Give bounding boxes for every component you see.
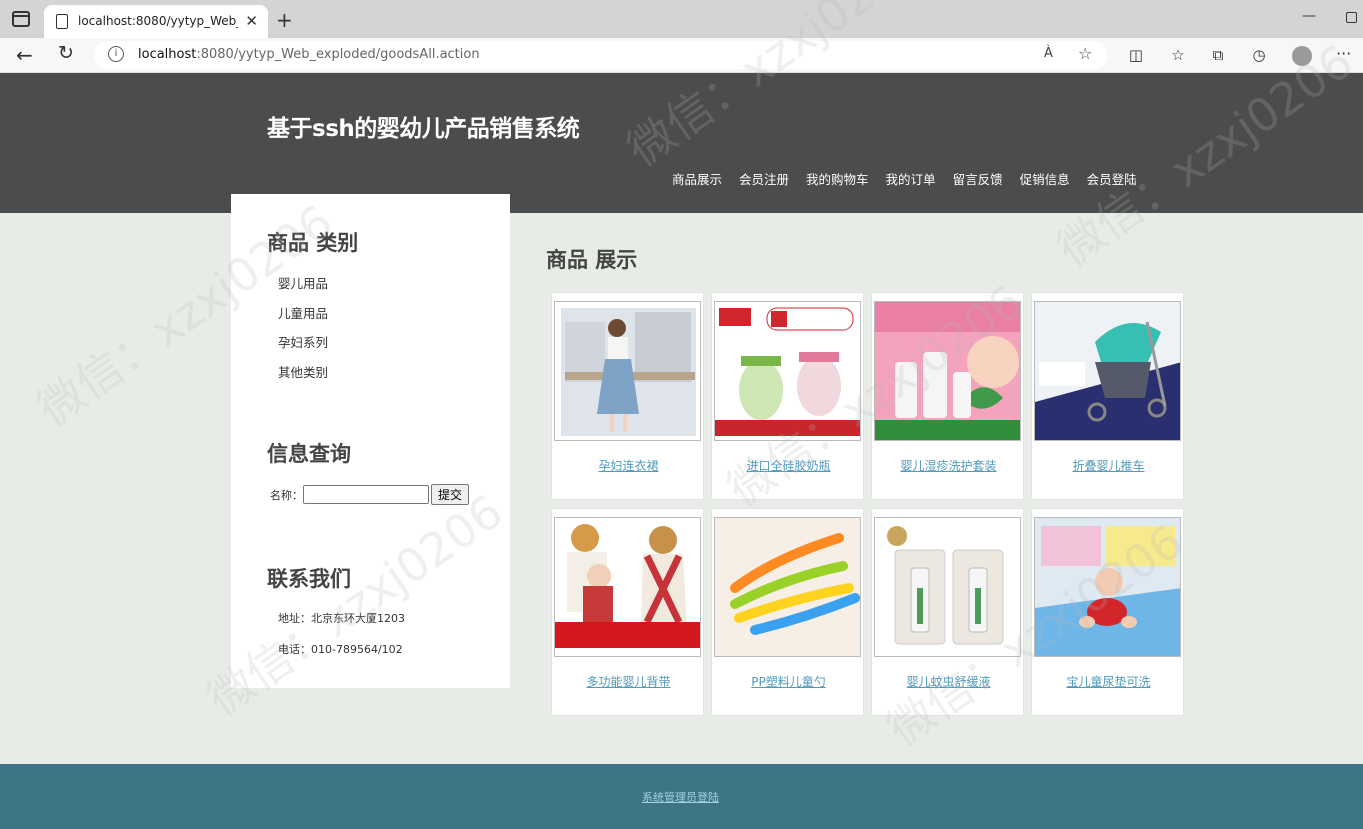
product-card: 宝儿童尿垫可洗: [1031, 508, 1184, 716]
product-card: 多功能婴儿背带: [551, 508, 704, 716]
category-item[interactable]: 婴儿用品: [278, 273, 328, 303]
site-header: 基于ssh的婴幼儿产品销售系统 商品展示 会员注册 我的购物车 我的订单 留言反…: [0, 73, 1363, 213]
admin-login-link[interactable]: 系统管理员登陆: [642, 789, 719, 805]
product-link[interactable]: PP塑料儿童勺: [712, 673, 865, 690]
history-icon[interactable]: ◷: [1250, 46, 1268, 64]
favorite-add-icon[interactable]: ☆: [1078, 44, 1092, 63]
product-card: 婴儿蚊虫舒缓液: [871, 508, 1024, 716]
site-footer: 系统管理员登陆: [0, 764, 1363, 829]
minimize-icon[interactable]: —: [1302, 8, 1316, 24]
product-card: 折叠婴儿推车: [1031, 292, 1184, 500]
plastic-spoon-photo[interactable]: [714, 517, 861, 657]
nav-register[interactable]: 会员注册: [739, 169, 789, 188]
split-screen-icon[interactable]: ◫: [1127, 46, 1145, 64]
product-link[interactable]: 婴儿蚊虫舒缓液: [872, 673, 1025, 690]
product-card: PP塑料儿童勺: [711, 508, 864, 716]
search-input[interactable]: [303, 485, 429, 504]
nav-feedback[interactable]: 留言反馈: [953, 169, 1003, 188]
goods-heading: 商品 展示: [546, 248, 638, 272]
info-icon[interactable]: i: [108, 46, 124, 62]
product-card: 进口全硅胶奶瓶: [711, 292, 864, 500]
product-card: 孕妇连衣裙: [551, 292, 704, 500]
category-list: 婴儿用品 儿童用品 孕妇系列 其他类别: [278, 273, 328, 391]
category-item[interactable]: 儿童用品: [278, 303, 328, 333]
mosquito-relief-photo[interactable]: [874, 517, 1021, 657]
contact-heading: 联系我们: [267, 567, 351, 591]
nav-login[interactable]: 会员登陆: [1087, 169, 1137, 188]
category-item[interactable]: 其他类别: [278, 362, 328, 392]
category-item[interactable]: 孕妇系列: [278, 332, 328, 362]
site-title: 基于ssh的婴幼儿产品销售系统: [267, 116, 580, 142]
baby-skincare-set-photo[interactable]: [874, 301, 1021, 441]
nav-orders[interactable]: 我的订单: [886, 169, 936, 188]
nav-cart[interactable]: 我的购物车: [806, 169, 869, 188]
url-text[interactable]: localhost:8080/yytyp_Web_exploded/goodsA…: [138, 47, 480, 62]
product-link[interactable]: 多功能婴儿背带: [552, 673, 705, 690]
read-aloud-icon[interactable]: À: [1044, 46, 1053, 61]
url-field[interactable]: i localhost:8080/yytyp_Web_exploded/good…: [94, 41, 1108, 69]
product-link[interactable]: 进口全硅胶奶瓶: [712, 457, 865, 474]
product-card: 婴儿湿疹洗护套装: [871, 292, 1024, 500]
more-icon[interactable]: ···: [1336, 44, 1351, 63]
category-heading: 商品 类别: [267, 231, 359, 255]
product-link[interactable]: 宝儿童尿垫可洗: [1032, 673, 1185, 690]
back-arrow-icon[interactable]: ←: [16, 43, 33, 67]
contact-address: 地址：北京东环大厦1203: [278, 612, 405, 625]
product-link[interactable]: 婴儿湿疹洗护套装: [872, 457, 1025, 474]
washable-pad-photo[interactable]: [1034, 517, 1181, 657]
nav-promotions[interactable]: 促销信息: [1020, 169, 1070, 188]
sidebar: 商品 类别 婴儿用品 儿童用品 孕妇系列 其他类别 信息查询 名称： 提交 联系…: [231, 194, 510, 688]
product-link[interactable]: 折叠婴儿推车: [1032, 457, 1185, 474]
baby-stroller-photo[interactable]: [1034, 301, 1181, 441]
main-nav: 商品展示 会员注册 我的购物车 我的订单 留言反馈 促销信息 会员登陆: [672, 169, 1137, 188]
product-link[interactable]: 孕妇连衣裙: [552, 457, 705, 474]
contact-phone: 电话：010-789564/102: [278, 643, 403, 656]
baby-bottle-photo[interactable]: [714, 301, 861, 441]
page-icon: [56, 14, 68, 29]
search-label: 名称：: [270, 488, 303, 502]
search-heading: 信息查询: [267, 442, 351, 466]
nav-goods[interactable]: 商品展示: [672, 169, 722, 188]
favorites-icon[interactable]: ☆: [1169, 46, 1187, 64]
browser-tab[interactable]: localhost:8080/yytyp_Web_exploded/goodsA…: [44, 5, 268, 38]
search-form: 名称： 提交: [270, 484, 470, 505]
sidebar-toggle-icon[interactable]: [12, 11, 30, 27]
reload-icon[interactable]: ↻: [58, 42, 74, 64]
profile-icon[interactable]: [1292, 46, 1312, 66]
browser-tab-strip: localhost:8080/yytyp_Web_exploded/goodsA…: [0, 0, 1363, 38]
maximize-icon[interactable]: [1346, 12, 1357, 23]
submit-button[interactable]: 提交: [431, 484, 470, 505]
tab-title: localhost:8080/yytyp_Web_exploded/goodsA…: [78, 14, 238, 28]
collections-icon[interactable]: ⧉: [1209, 46, 1227, 64]
close-icon[interactable]: ✕: [245, 12, 258, 30]
plus-icon[interactable]: +: [276, 8, 293, 32]
address-bar: ← ↻ i localhost:8080/yytyp_Web_exploded/…: [0, 38, 1363, 73]
maternity-dress-photo[interactable]: [554, 301, 701, 441]
baby-carrier-photo[interactable]: [554, 517, 701, 657]
